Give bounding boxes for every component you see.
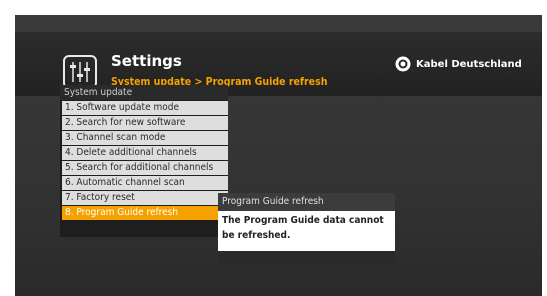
menu-item-software-update-mode[interactable]: 1. Software update mode (62, 101, 228, 115)
info-message: The Program Guide data cannot be refresh… (218, 211, 395, 251)
kabel-deutschland-logo-icon (395, 56, 411, 72)
menu-item-delete-additional-channels[interactable]: 4. Delete additional channels (62, 146, 228, 160)
menu-item-factory-reset[interactable]: 7. Factory reset (62, 191, 228, 205)
info-panel: Program Guide refresh The Program Guide … (218, 193, 395, 265)
menu-item-search-additional-channels[interactable]: 5. Search for additional channels (62, 161, 228, 175)
info-title: Program Guide refresh (218, 193, 395, 211)
menu-heading: System update (60, 85, 228, 100)
settings-sliders-icon (63, 55, 97, 89)
menu-item-search-new-software[interactable]: 2. Search for new software (62, 116, 228, 130)
brand-name: Kabel Deutschland (416, 58, 522, 70)
menu-item-automatic-channel-scan[interactable]: 6. Automatic channel scan (62, 176, 228, 190)
page-title: Settings (111, 52, 182, 70)
brand-logo: Kabel Deutschland (395, 56, 522, 72)
system-update-menu: System update 1. Software update mode 2.… (60, 85, 228, 237)
menu-item-program-guide-refresh[interactable]: 8. Program Guide refresh (62, 206, 228, 220)
tv-screen: Settings System update > Program Guide r… (15, 15, 542, 296)
menu-item-channel-scan-mode[interactable]: 3. Channel scan mode (62, 131, 228, 145)
